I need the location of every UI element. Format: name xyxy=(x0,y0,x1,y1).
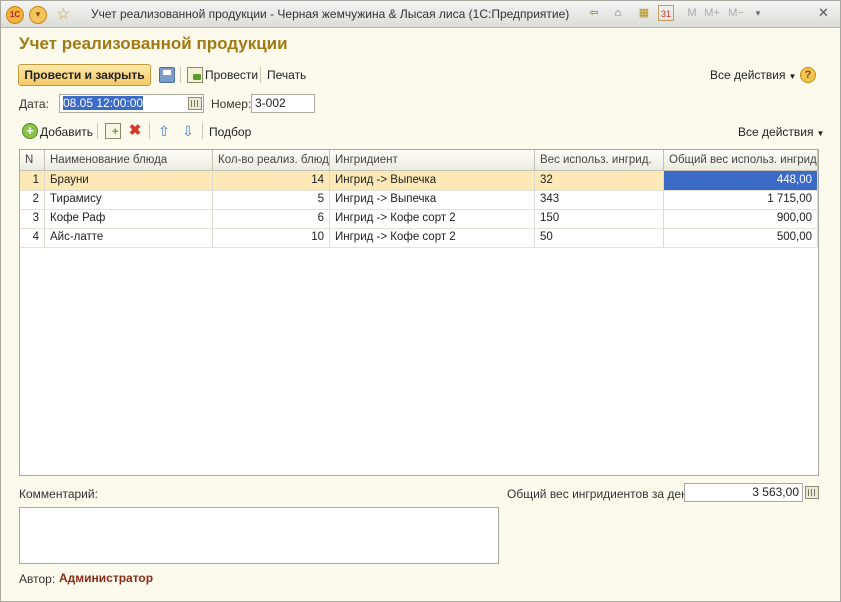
all-actions-label: Все действия xyxy=(710,68,786,82)
weight-cell[interactable]: 343 xyxy=(535,190,664,209)
add-button[interactable]: Добавить xyxy=(40,125,93,139)
1c-logo-icon[interactable]: 1С xyxy=(6,6,24,24)
app-window: 1С ▾ ☆ Учет реализованной продукции - Че… xyxy=(0,0,841,602)
move-down-icon[interactable]: ⇩ xyxy=(180,123,196,139)
dropdown-arrow-icon: ▼ xyxy=(816,129,825,138)
title-bar: 1С ▾ ☆ Учет реализованной продукции - Че… xyxy=(1,1,840,28)
total-weight-cell[interactable]: 448,00 xyxy=(664,171,818,190)
memory-icon[interactable]: M xyxy=(684,5,700,21)
qty-cell[interactable]: 5 xyxy=(213,190,330,209)
close-icon[interactable]: ✕ xyxy=(818,5,829,21)
dish-cell[interactable]: Кофе Раф xyxy=(45,209,213,228)
date-field[interactable]: 08.05 12:00:00 xyxy=(59,94,204,113)
toolbar-divider xyxy=(149,123,150,139)
post-button[interactable]: Провести xyxy=(205,68,258,82)
table-row[interactable]: 2 Тирамису 5 Ингрид -> Выпечка 343 1 715… xyxy=(20,190,818,210)
window-title: Учет реализованной продукции - Черная же… xyxy=(91,7,570,21)
form-title: Учет реализованной продукции xyxy=(19,34,288,53)
all-actions-menu[interactable]: Все действия ▼ xyxy=(710,68,796,82)
column-header-qty[interactable]: Кол-во реализ. блюд xyxy=(213,150,330,170)
column-header-weight[interactable]: Вес использ. ингрид. xyxy=(535,150,664,170)
comment-label: Комментарий: xyxy=(19,487,98,501)
home-icon[interactable]: ⌂ xyxy=(610,5,626,21)
save-icon[interactable] xyxy=(159,67,175,83)
table-header: N Наименование блюда Кол-во реализ. блюд… xyxy=(20,150,818,171)
copy-row-icon[interactable] xyxy=(105,123,121,139)
toolbar-divider xyxy=(260,67,261,83)
memory-plus-icon[interactable]: M+ xyxy=(702,5,722,21)
back-icon[interactable]: ⇦ xyxy=(586,5,602,21)
calculator-icon[interactable] xyxy=(805,486,819,499)
delete-icon[interactable]: ✖ xyxy=(127,123,143,139)
toolbar-divider xyxy=(202,123,203,139)
weight-cell[interactable]: 150 xyxy=(535,209,664,228)
favorites-star-icon[interactable]: ☆ xyxy=(56,4,70,24)
ingredient-cell[interactable]: Ингрид -> Выпечка xyxy=(330,190,535,209)
date-label: Дата: xyxy=(19,97,49,111)
column-header-n[interactable]: N xyxy=(20,150,45,170)
toolbar-divider xyxy=(180,67,181,83)
qty-cell[interactable]: 14 xyxy=(213,171,330,190)
table-all-actions-label: Все действия xyxy=(738,125,814,139)
more-chevron-icon[interactable]: ▾ xyxy=(750,5,766,21)
number-label: Номер: xyxy=(211,97,252,111)
table-row[interactable]: 4 Айс-латте 10 Ингрид -> Кофе сорт 2 50 … xyxy=(20,228,818,248)
table-row[interactable]: 3 Кофе Раф 6 Ингрид -> Кофе сорт 2 150 9… xyxy=(20,209,818,229)
table-row[interactable]: 1 Брауни 14 Ингрид -> Выпечка 32 448,00 xyxy=(20,171,818,191)
move-up-icon[interactable]: ⇧ xyxy=(156,123,172,139)
dish-cell[interactable]: Айс-латте xyxy=(45,228,213,247)
selection-button[interactable]: Подбор xyxy=(209,125,251,139)
total-weight-cell[interactable]: 900,00 xyxy=(664,209,818,228)
qty-cell[interactable]: 6 xyxy=(213,209,330,228)
help-icon[interactable]: ? xyxy=(800,67,816,83)
total-weight-cell[interactable]: 500,00 xyxy=(664,228,818,247)
row-number: 2 xyxy=(20,190,45,209)
author-label: Автор: xyxy=(19,572,56,586)
dish-cell[interactable]: Тирамису xyxy=(45,190,213,209)
print-button[interactable]: Печать xyxy=(267,68,306,82)
dropdown-arrow-icon: ▼ xyxy=(788,72,797,81)
main-menu-icon[interactable]: ▾ xyxy=(29,6,47,24)
ingredient-cell[interactable]: Ингрид -> Кофе сорт 2 xyxy=(330,209,535,228)
column-header-total-weight[interactable]: Общий вес использ. ингрид. xyxy=(664,150,818,170)
qty-cell[interactable]: 10 xyxy=(213,228,330,247)
column-header-dish[interactable]: Наименование блюда xyxy=(45,150,213,170)
total-weight-label: Общий вес ингридиентов за день: xyxy=(507,487,698,501)
total-weight-cell[interactable]: 1 715,00 xyxy=(664,190,818,209)
weight-cell[interactable]: 50 xyxy=(535,228,664,247)
calendar-picker-icon[interactable] xyxy=(188,97,202,110)
toolbar-divider xyxy=(97,123,98,139)
ingredient-cell[interactable]: Ингрид -> Выпечка xyxy=(330,171,535,190)
calculator-icon[interactable]: ▦ xyxy=(636,5,652,21)
number-field[interactable]: 3-002 xyxy=(251,94,315,113)
add-icon[interactable]: + xyxy=(22,123,38,139)
column-header-ingredient[interactable]: Ингридиент xyxy=(330,150,535,170)
post-document-icon[interactable] xyxy=(187,67,203,83)
memory-minus-icon[interactable]: M− xyxy=(726,5,746,21)
post-and-close-button[interactable]: Провести и закрыть xyxy=(18,64,151,86)
dish-cell[interactable]: Брауни xyxy=(45,171,213,190)
comment-field[interactable] xyxy=(19,507,499,564)
total-weight-field: 3 563,00 xyxy=(684,483,803,502)
row-number: 3 xyxy=(20,209,45,228)
weight-cell[interactable]: 32 xyxy=(535,171,664,190)
table-all-actions-menu[interactable]: Все действия ▼ xyxy=(738,125,824,139)
author-link[interactable]: Администратор xyxy=(59,571,153,585)
row-number: 1 xyxy=(20,171,45,190)
date-value: 08.05 12:00:00 xyxy=(63,96,144,110)
ingredient-cell[interactable]: Ингрид -> Кофе сорт 2 xyxy=(330,228,535,247)
row-number: 4 xyxy=(20,228,45,247)
products-table[interactable]: N Наименование блюда Кол-во реализ. блюд… xyxy=(19,149,819,476)
calendar-icon[interactable]: 31 xyxy=(658,5,674,21)
